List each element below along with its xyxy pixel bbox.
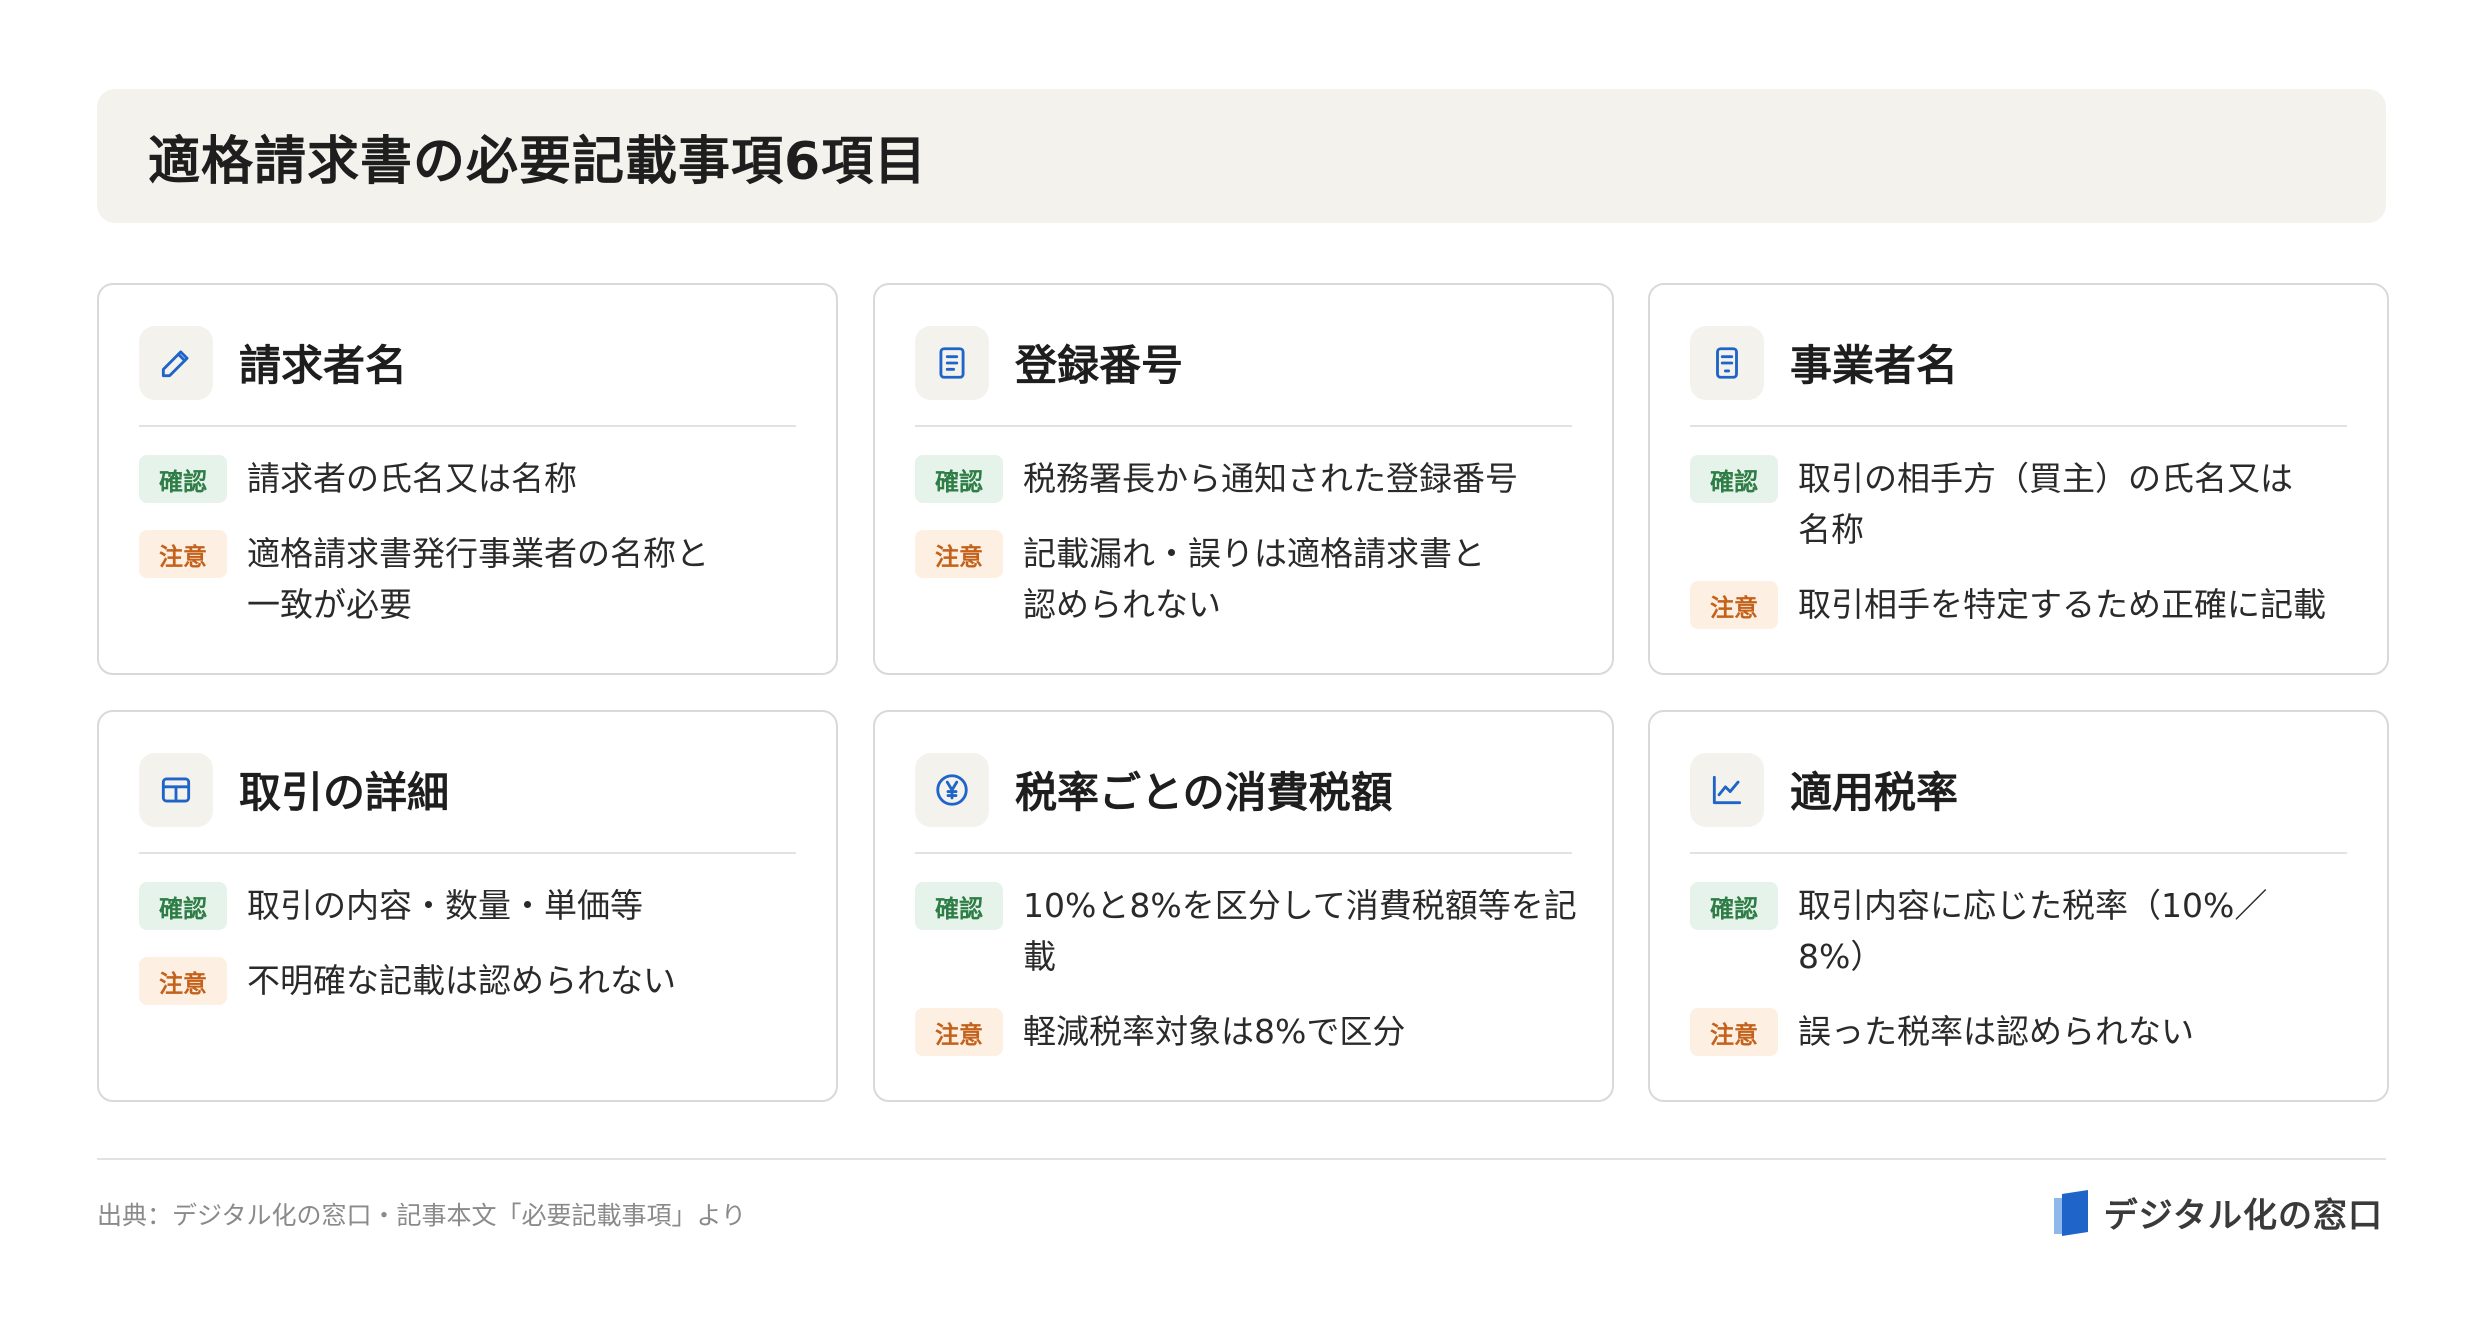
note-text: 不明確な記載は認められない xyxy=(247,961,676,1000)
brand-name: デジタル化の窓口 xyxy=(2103,1196,2383,1236)
table-icon xyxy=(139,752,213,827)
confirm-row: 確認 税務署長から通知された登録番号 xyxy=(915,455,1592,504)
note-badge: 注意 xyxy=(915,530,1003,578)
note-text: 軽減税率対象は8%で区分 xyxy=(1023,1012,1406,1051)
note-row: 注意 誤った税率は認められない xyxy=(1690,1008,2367,1057)
confirm-row: 確認 請求者の氏名又は名称 xyxy=(139,455,816,504)
divider xyxy=(915,425,1572,427)
divider xyxy=(1690,425,2347,427)
divider xyxy=(1690,852,2347,854)
card-header: 事業者名 xyxy=(1690,325,2347,400)
card-header: 適用税率 xyxy=(1690,752,2347,827)
chart-icon xyxy=(1690,752,1764,827)
title-bar: 適格請求書の必要記載事項6項目 xyxy=(97,89,2386,223)
confirm-badge: 確認 xyxy=(139,455,227,503)
card-header: 税率ごとの消費税額 xyxy=(915,752,1572,827)
page-title: 適格請求書の必要記載事項6項目 xyxy=(148,131,928,192)
card-transaction-details: 取引の詳細 確認 取引の内容・数量・単価等 注意 不明確な記載は認められない xyxy=(97,710,838,1102)
card-title: 登録番号 xyxy=(1015,341,1184,390)
note-row: 注意 軽減税率対象は8%で区分 xyxy=(915,1008,1592,1057)
confirm-row: 確認 取引内容に応じた税率（10%／8%） xyxy=(1690,882,2367,982)
card-title: 適用税率 xyxy=(1790,768,1959,817)
card-registration-number: 登録番号 確認 税務署長から通知された登録番号 注意 記載漏れ・誤りは適格請求書… xyxy=(873,283,1614,675)
note-row: 注意 適格請求書発行事業者の名称と一致が必要 xyxy=(139,530,816,630)
card-title: 事業者名 xyxy=(1790,341,1959,390)
card-title: 請求者名 xyxy=(239,341,408,390)
card-requester-name: 請求者名 確認 請求者の氏名又は名称 注意 適格請求書発行事業者の名称と一致が必… xyxy=(97,283,838,675)
note-text: 記載漏れ・誤りは適格請求書と認められない xyxy=(1023,534,1485,624)
confirm-text: 取引の内容・数量・単価等 xyxy=(247,886,643,925)
card-header: 取引の詳細 xyxy=(139,752,796,827)
confirm-text: 取引内容に応じた税率（10%／8%） xyxy=(1798,886,2268,976)
confirm-text: 10%と8%を区分して消費税額等を記載 xyxy=(1023,886,1577,976)
note-row: 注意 記載漏れ・誤りは適格請求書と認められない xyxy=(915,530,1592,630)
brand: デジタル化の窓口 xyxy=(2052,1188,2383,1237)
brand-logo-icon xyxy=(2053,1189,2088,1236)
divider xyxy=(139,852,796,854)
note-badge: 注意 xyxy=(915,1008,1003,1056)
confirm-text: 税務署長から通知された登録番号 xyxy=(1023,459,1518,498)
yen-icon xyxy=(915,752,989,827)
note-badge: 注意 xyxy=(1690,1008,1778,1056)
confirm-badge: 確認 xyxy=(1690,455,1778,503)
confirm-text: 請求者の氏名又は名称 xyxy=(247,459,577,498)
confirm-text: 取引の相手方（買主）の氏名又は名称 xyxy=(1798,459,2293,549)
confirm-badge: 確認 xyxy=(139,882,227,930)
card-applied-tax-rate: 適用税率 確認 取引内容に応じた税率（10%／8%） 注意 誤った税率は認められ… xyxy=(1648,710,2389,1102)
card-business-name: 事業者名 確認 取引の相手方（買主）の氏名又は名称 注意 取引相手を特定するため… xyxy=(1648,283,2389,675)
card-title: 取引の詳細 xyxy=(239,768,450,817)
note-badge: 注意 xyxy=(1690,581,1778,629)
divider xyxy=(915,852,1572,854)
card-tax-amount-by-rate: 税率ごとの消費税額 確認 10%と8%を区分して消費税額等を記載 注意 軽減税率… xyxy=(873,710,1614,1102)
pencil-icon xyxy=(139,325,213,400)
divider xyxy=(139,425,796,427)
note-row: 注意 不明確な記載は認められない xyxy=(139,957,816,1006)
confirm-badge: 確認 xyxy=(915,455,1003,503)
note-badge: 注意 xyxy=(139,957,227,1005)
document-icon xyxy=(915,325,989,400)
note-badge: 注意 xyxy=(139,530,227,578)
note-row: 注意 取引相手を特定するため正確に記載 xyxy=(1690,581,2367,630)
confirm-row: 確認 取引の内容・数量・単価等 xyxy=(139,882,816,931)
card-header: 登録番号 xyxy=(915,325,1572,400)
confirm-badge: 確認 xyxy=(915,882,1003,930)
card-title: 税率ごとの消費税額 xyxy=(1015,768,1393,817)
note-text: 取引相手を特定するため正確に記載 xyxy=(1798,585,2326,624)
note-text: 適格請求書発行事業者の名称と一致が必要 xyxy=(247,534,709,624)
footer-divider xyxy=(97,1158,2386,1160)
source-note: 出典：デジタル化の窓口・記事本文「必要記載事項」より xyxy=(97,1201,747,1230)
note-text: 誤った税率は認められない xyxy=(1798,1012,2194,1051)
confirm-row: 確認 10%と8%を区分して消費税額等を記載 xyxy=(915,882,1592,982)
receipt-icon xyxy=(1690,325,1764,400)
confirm-row: 確認 取引の相手方（買主）の氏名又は名称 xyxy=(1690,455,2367,555)
card-header: 請求者名 xyxy=(139,325,796,400)
confirm-badge: 確認 xyxy=(1690,882,1778,930)
